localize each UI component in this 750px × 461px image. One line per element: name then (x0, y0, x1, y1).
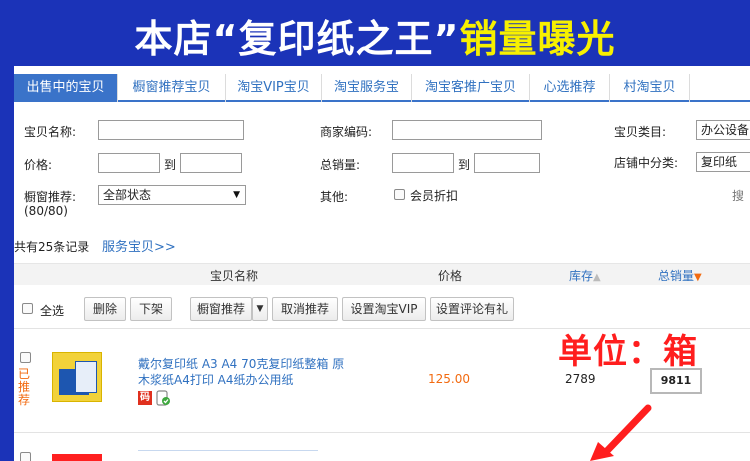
sales-min-input[interactable] (392, 153, 454, 173)
window-rec-count: (80/80) (24, 204, 68, 218)
row-checkbox[interactable] (20, 452, 31, 461)
service-items-link[interactable]: 服务宝贝>> (102, 236, 176, 255)
seller-panel: 出售中的宝贝 橱窗推荐宝贝 淘宝VIP宝贝 淘宝服务宝 淘宝客推广宝贝 心选推荐… (14, 66, 750, 461)
unit-annotation: 单位：箱 (558, 332, 698, 372)
status-select[interactable]: 全部状态 ▼ (98, 185, 246, 205)
window-recommend-dropdown-icon[interactable]: ▼ (252, 297, 268, 321)
product-price: 125.00 (428, 372, 470, 386)
bulk-toolbar: 全选 删除 下架 橱窗推荐 ▼ 取消推荐 设置淘宝VIP 设置评论有礼 (14, 291, 750, 325)
col-item-name: 宝贝名称 (210, 269, 259, 283)
select-all-checkbox[interactable] (22, 303, 33, 314)
tab-bar: 出售中的宝贝 橱窗推荐宝贝 淘宝VIP宝贝 淘宝服务宝 淘宝客推广宝贝 心选推荐… (14, 74, 750, 102)
product-paper-shape (75, 361, 97, 393)
price-to-label: 到 (164, 158, 177, 172)
tab-window-recommend[interactable]: 橱窗推荐宝贝 (118, 74, 226, 102)
product-title-link[interactable] (138, 450, 318, 458)
sales-max-input[interactable] (474, 153, 540, 173)
tab-service[interactable]: 淘宝服务宝 (322, 74, 412, 102)
col-total-sales[interactable]: 总销量▼ (658, 267, 702, 284)
banner-title-highlight: 销量曝光 (459, 17, 616, 61)
banner-title-main: 本店“复印纸之王” (134, 17, 460, 61)
tab-vip[interactable]: 淘宝VIP宝贝 (226, 74, 322, 102)
category-select[interactable]: 办公设备 (696, 120, 750, 140)
shop-category-select[interactable]: 复印纸 (696, 152, 750, 172)
window-recommend-button[interactable]: 橱窗推荐 (190, 297, 252, 321)
tab-taoke[interactable]: 淘宝客推广宝贝 (412, 74, 530, 102)
shop-category-label: 店铺中分类: (614, 156, 679, 170)
price-max-input[interactable] (180, 153, 242, 173)
search-button[interactable]: 搜 (732, 187, 744, 204)
shop-category-value: 复印纸 (701, 155, 738, 169)
window-rec-label: 橱窗推荐: (24, 190, 77, 204)
product-title-link[interactable]: 戴尔复印纸 A3 A4 70克复印纸整箱 原木浆纸A4打印 A4纸办公用纸 (138, 356, 348, 388)
price-min-input[interactable] (98, 153, 160, 173)
table-header: 宝贝名称 价格 库存▲ 总销量▼ (14, 263, 750, 285)
row-checkbox[interactable] (20, 352, 31, 363)
category-select-value: 办公设备 (701, 123, 750, 137)
record-count: 共有25条记录 (14, 240, 90, 254)
sales-to-label: 到 (458, 158, 471, 172)
total-sales-label: 总销量: (320, 158, 361, 172)
code-badge: 码 (138, 391, 152, 405)
product-thumbnail[interactable] (52, 352, 102, 402)
tab-village[interactable]: 村淘宝贝 (610, 74, 690, 102)
banner: 本店“复印纸之王”销量曝光 (0, 0, 750, 62)
category-label: 宝贝类目: (614, 125, 667, 139)
product-stock: 2789 (565, 372, 596, 386)
recommended-badge: 已推荐 (17, 367, 30, 407)
red-arrow-icon (590, 404, 652, 461)
status-select-value: 全部状态 (103, 188, 152, 202)
delete-button[interactable]: 删除 (84, 297, 126, 321)
tab-curated[interactable]: 心选推荐 (530, 74, 610, 102)
other-label: 其他: (320, 190, 349, 204)
sort-up-icon: ▲ (593, 272, 601, 283)
tab-on-sale[interactable]: 出售中的宝贝 (14, 74, 118, 102)
set-vip-button[interactable]: 设置淘宝VIP (342, 297, 426, 321)
delist-button[interactable]: 下架 (130, 297, 172, 321)
member-discount-checkbox[interactable] (394, 189, 405, 200)
col-total-sales-label: 总销量 (658, 269, 695, 283)
col-price: 价格 (438, 269, 463, 283)
item-name-label: 宝贝名称: (24, 125, 77, 139)
item-name-input[interactable] (98, 120, 244, 140)
mobile-icon (156, 390, 170, 406)
member-discount-label: 会员折扣 (410, 189, 459, 203)
merchant-code-input[interactable] (392, 120, 542, 140)
banner-title: 本店“复印纸之王”销量曝光 (0, 8, 750, 63)
price-label: 价格: (24, 158, 53, 172)
merchant-code-label: 商家编码: (320, 125, 373, 139)
cancel-recommend-button[interactable]: 取消推荐 (272, 297, 338, 321)
select-all-label: 全选 (40, 304, 65, 318)
product-thumbnail[interactable] (52, 454, 102, 461)
sort-down-icon: ▼ (694, 272, 702, 283)
col-stock[interactable]: 库存▲ (569, 267, 601, 284)
set-review-gift-button[interactable]: 设置评论有礼 (430, 297, 514, 321)
chevron-down-icon: ▼ (233, 190, 240, 200)
col-stock-label: 库存 (569, 269, 594, 283)
